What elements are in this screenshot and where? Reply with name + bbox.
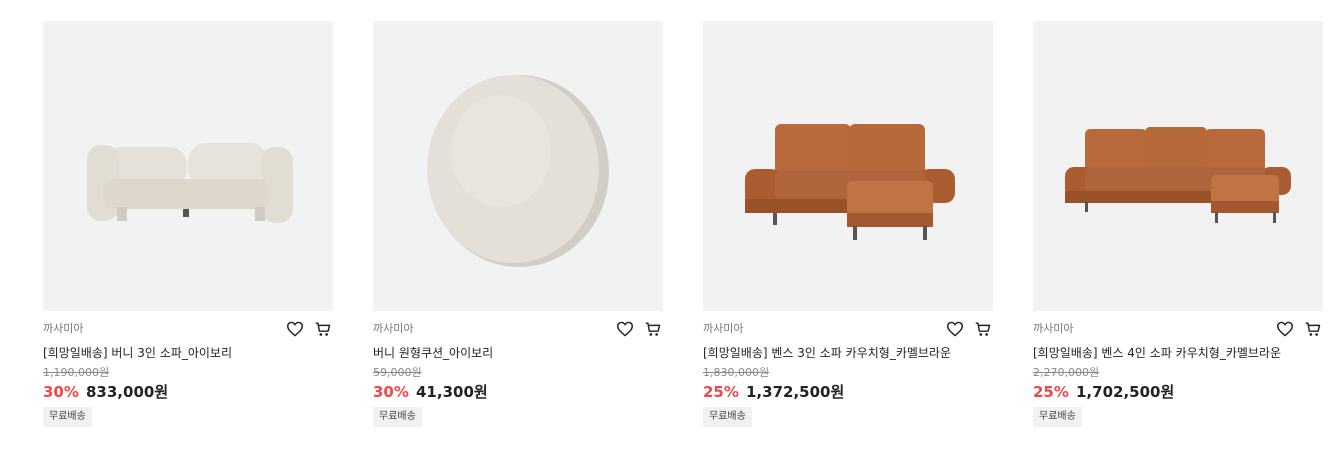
original-price: 1,830,000원 [703,366,770,379]
free-shipping-badge: 무료배송 [373,407,422,427]
discount-rate: 30% [373,383,409,401]
free-shipping-badge: 무료배송 [43,407,92,427]
discount-rate: 30% [43,383,79,401]
cart-icon[interactable] [1303,320,1323,338]
brand-label: 까사미아 [43,322,84,335]
sale-price: 1,372,500원 [746,383,845,401]
brand-label: 까사미아 [703,322,744,335]
product-name[interactable]: [희망일배송] 버니 3인 소파_아이보리 [43,345,333,361]
original-price: 59,000원 [373,366,422,379]
product-image[interactable] [43,21,333,311]
product-image[interactable] [703,21,993,311]
brand-label: 까사미아 [373,322,414,335]
free-shipping-badge: 무료배송 [1033,407,1082,427]
product-card[interactable]: 까사미아 [희망일배송] 버니 3인 소파_아이보리 1,190,000원 30… [43,21,333,427]
product-name[interactable]: [희망일배송] 벤스 4인 소파 카우치형_카멜브라운 [1033,345,1323,361]
cart-icon[interactable] [973,320,993,338]
round-cushion-image [427,75,609,267]
heart-icon[interactable] [945,320,965,338]
product-name[interactable]: 버니 원형쿠션_아이보리 [373,345,663,361]
ivory-sofa-image [87,143,293,223]
heart-icon[interactable] [1275,320,1295,338]
discount-rate: 25% [1033,383,1069,401]
product-image[interactable] [1033,21,1323,311]
heart-icon[interactable] [285,320,305,338]
discount-rate: 25% [703,383,739,401]
camel-sofa-3-image [745,124,955,240]
free-shipping-badge: 무료배송 [703,407,752,427]
product-card[interactable]: 까사미아 버니 원형쿠션_아이보리 59,000원 30% 41,300원 무료… [373,21,663,427]
product-image[interactable] [373,21,663,311]
product-card[interactable]: 까사미아 [희망일배송] 벤스 4인 소파 카우치형_카멜브라운 2,270,0… [1033,21,1323,427]
product-name[interactable]: [희망일배송] 벤스 3인 소파 카우치형_카멜브라운 [703,345,993,361]
cart-icon[interactable] [643,320,663,338]
cart-icon[interactable] [313,320,333,338]
camel-sofa-4-image [1065,127,1291,223]
sale-price: 41,300원 [416,383,488,401]
heart-icon[interactable] [615,320,635,338]
product-card[interactable]: 까사미아 [희망일배송] 벤스 3인 소파 카우치형_카멜브라운 1,830,0… [703,21,993,427]
original-price: 2,270,000원 [1033,366,1100,379]
brand-label: 까사미아 [1033,322,1074,335]
sale-price: 833,000원 [86,383,169,401]
sale-price: 1,702,500원 [1076,383,1175,401]
original-price: 1,190,000원 [43,366,110,379]
